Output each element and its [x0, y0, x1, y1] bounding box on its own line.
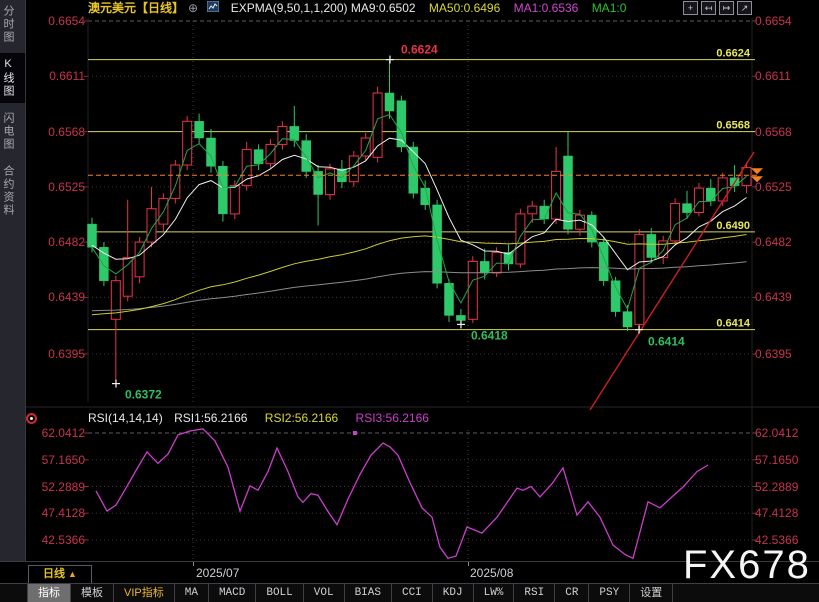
tab-BIAS[interactable]: BIAS [345, 584, 392, 602]
rsi2-readout: RSI2:56.2166 [265, 411, 338, 425]
tab-VIP指标[interactable]: VIP指标 [114, 584, 175, 602]
price-tick-left: 0.6482 [30, 235, 85, 249]
sidebar-item-3[interactable]: 合约资料 [0, 160, 25, 222]
left-price-axis: 0.66540.66110.65680.65250.64820.64390.63… [30, 0, 85, 561]
rsi-title: RSI(14,14,14) [88, 411, 163, 425]
rsi-tick-left: 42.5366 [30, 533, 85, 547]
price-tick-left: 0.6439 [30, 290, 85, 304]
pan-left-icon[interactable]: ↤ [701, 1, 716, 15]
rsi-tick-right: 47.4128 [755, 506, 815, 520]
tab-LW%[interactable]: LW% [474, 584, 515, 602]
tab-CR[interactable]: CR [555, 584, 589, 602]
add-icon[interactable]: ⊕ [188, 1, 198, 15]
price-tick-left: 0.6525 [30, 180, 85, 194]
price-tick-right: 0.6525 [755, 180, 815, 194]
rsi3-readout: RSI3:56.2166 [356, 411, 429, 425]
price-tick-right: 0.6611 [755, 69, 815, 83]
svg-text:0.6568: 0.6568 [716, 120, 750, 132]
price-tick-left: 0.6611 [30, 69, 85, 83]
rsi1-readout: RSI1:56.2166 [174, 411, 247, 425]
price-tick-right: 0.6439 [755, 290, 815, 304]
watermark: FX678 [683, 543, 811, 588]
svg-text:0.6624: 0.6624 [401, 43, 438, 57]
trading-app: 0.6624 0.6568 0.6490 0.6414 0.6372 0.6624 0.64… [0, 0, 819, 602]
rsi-tick-right: 62.0412 [755, 426, 815, 440]
price-tick-right: 0.6568 [755, 125, 815, 139]
period-selector[interactable]: 日线▲ [28, 565, 92, 584]
rsi-tick-right: 57.1650 [755, 453, 815, 467]
svg-text:0.6624: 0.6624 [716, 48, 751, 60]
period-label: 日线 [43, 568, 65, 580]
rsi-tick-right: 52.2889 [755, 480, 815, 494]
ma50-readout: MA50:0.6496 [429, 1, 500, 15]
svg-text:0.6418: 0.6418 [471, 328, 508, 342]
month-label: 2025/08 [470, 566, 513, 580]
tab-VOL[interactable]: VOL [304, 584, 345, 602]
tab-MA[interactable]: MA [175, 584, 209, 602]
svg-text:0.6414: 0.6414 [716, 318, 751, 330]
triangle-up-icon: ▲ [68, 569, 77, 579]
exit-icon[interactable]: ↗ [737, 1, 752, 15]
right-price-axis: 0.66540.66110.65680.65250.64820.64390.63… [755, 0, 815, 561]
price-tick-left: 0.6568 [30, 125, 85, 139]
line-chart-icon [207, 0, 219, 11]
tab-PSY[interactable]: PSY [589, 584, 630, 602]
tab-RSI[interactable]: RSI [514, 584, 555, 602]
indicator-tab-bar: 指标模板VIP指标MAMACDBOLLVOLBIASCCIKDJLW%RSICR… [0, 583, 819, 602]
sidebar-item-2[interactable]: 闪电图 [0, 107, 25, 156]
sidebar-item-0[interactable]: 分时图 [0, 0, 25, 49]
svg-text:0.6372: 0.6372 [125, 388, 162, 402]
indicator-alert-icon [26, 413, 37, 424]
crosshair-icon[interactable]: + [683, 1, 698, 15]
sidebar-item-1[interactable]: K线图 [0, 53, 25, 103]
ma1b-readout: MA1:0 [592, 1, 627, 15]
price-tick-right: 0.6482 [755, 235, 815, 249]
svg-text:0.6490: 0.6490 [716, 220, 750, 232]
rsi-tick-left: 52.2889 [30, 480, 85, 494]
chart-canvas[interactable]: 0.6624 0.6568 0.6490 0.6414 0.6372 0.6624 0.64… [0, 0, 819, 602]
indicator-readout: EXPMA(9,50,1,1,200) MA9:0.6502 [231, 1, 416, 15]
tab-CCI[interactable]: CCI [392, 584, 433, 602]
price-tick-left: 0.6395 [30, 347, 85, 361]
tab-KDJ[interactable]: KDJ [433, 584, 474, 602]
sidebar: 分时图 K线图闪电图合约资料 [0, 0, 26, 561]
rsi-tick-left: 57.1650 [30, 453, 85, 467]
rsi-header: RSI(14,14,14) RSI1:56.2166 RSI2:56.2166 … [88, 411, 429, 425]
tab-设置[interactable]: 设置 [630, 584, 673, 602]
tab-MACD[interactable]: MACD [209, 584, 256, 602]
rsi-tick-left: 62.0412 [30, 426, 85, 440]
tab-BOLL[interactable]: BOLL [256, 584, 303, 602]
pan-right-icon[interactable]: ↦ [719, 1, 734, 15]
month-label: 2025/07 [196, 566, 239, 580]
tab-模板[interactable]: 模板 [71, 584, 114, 602]
ma1-readout: MA1:0.6536 [514, 1, 579, 15]
month-tick [193, 562, 194, 566]
month-tick [468, 562, 469, 566]
svg-text:0.6414: 0.6414 [648, 335, 685, 349]
rsi-tick-left: 47.4128 [30, 506, 85, 520]
symbol-title: 澳元美元【日线】 [88, 1, 184, 15]
price-tick-right: 0.6395 [755, 347, 815, 361]
tab-指标[interactable]: 指标 [27, 584, 71, 602]
chart-toolbar: + ↤ ↦ ↗ [683, 1, 752, 15]
